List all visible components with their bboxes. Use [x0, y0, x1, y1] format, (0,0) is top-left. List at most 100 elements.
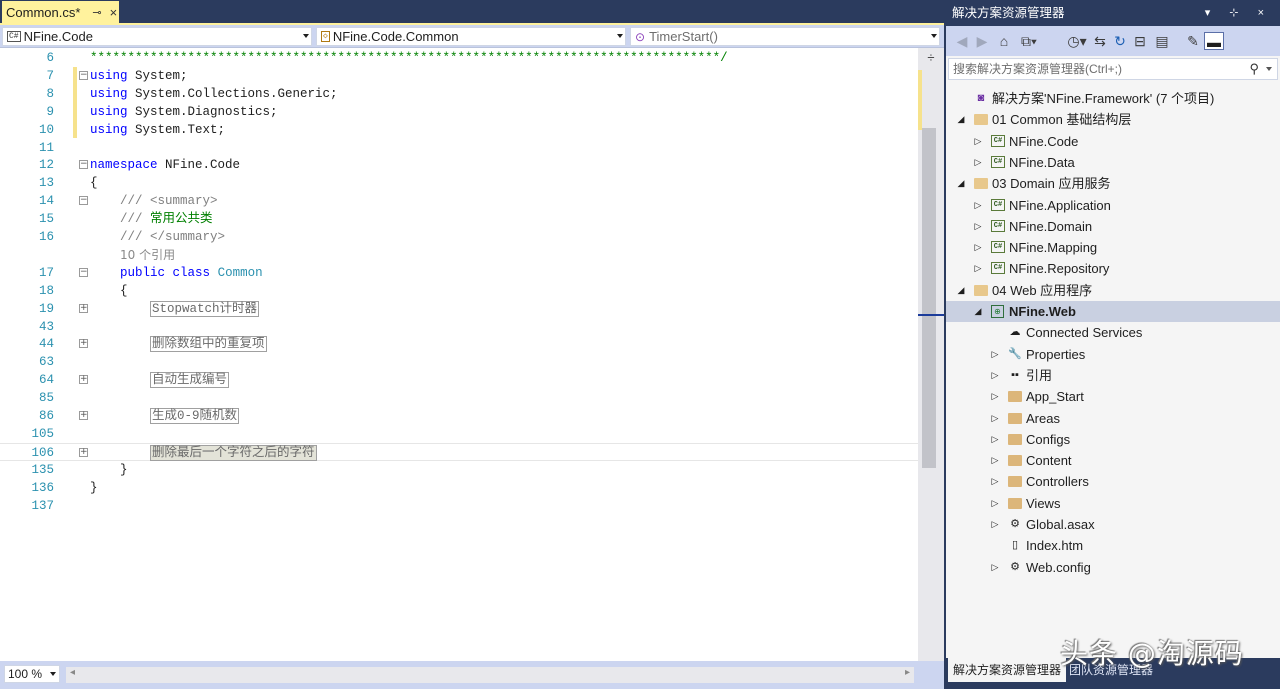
code-line[interactable]: 17 − public class Common — [0, 264, 918, 282]
tree-item[interactable]: ▯ Index.htm — [946, 535, 1280, 556]
code-line[interactable]: 85 — [0, 389, 918, 407]
code-line[interactable]: 19 + Stopwatch计时器 — [0, 300, 918, 318]
tree-item[interactable]: ▷ Content — [946, 450, 1280, 471]
collapse-arrow-icon[interactable]: ◢ — [973, 301, 983, 322]
project-dropdown[interactable]: C# NFine.Code — [2, 27, 312, 46]
code-line[interactable]: 44 + 删除数组中的重复项 — [0, 335, 918, 353]
scrollbar-thumb[interactable] — [922, 128, 936, 468]
tree-item[interactable]: ▷ 🔧 Properties — [946, 344, 1280, 365]
show-all-files-icon[interactable]: ▤ — [1154, 32, 1170, 50]
split-window-icon[interactable]: ÷ — [925, 51, 937, 64]
scroll-left-icon[interactable]: ◂ — [70, 667, 75, 678]
sync-icon[interactable]: ⇆ — [1092, 32, 1108, 50]
home-icon[interactable]: ⌂ — [996, 32, 1012, 50]
code-line[interactable]: 15 /// 常用公共类 — [0, 210, 918, 228]
collapse-outline-icon[interactable]: − — [79, 160, 88, 170]
tree-item[interactable]: ▷ C# NFine.Mapping — [946, 237, 1280, 258]
history-icon[interactable]: ◷▾ — [1066, 32, 1088, 50]
expand-arrow-icon[interactable]: ▷ — [973, 237, 983, 258]
expand-outline-icon[interactable]: + — [79, 339, 88, 349]
tree-item[interactable]: ▷ ⚙ Web.config — [946, 557, 1280, 578]
search-icon[interactable]: ⚲ — [1249, 59, 1259, 79]
code-line[interactable]: 9 using System.Diagnostics; — [0, 103, 918, 121]
expand-arrow-icon[interactable]: ▷ — [990, 408, 1000, 429]
member-dropdown[interactable]: ⊙ TimerStart() — [630, 27, 940, 46]
preview-icon[interactable]: ▬ — [1204, 32, 1224, 50]
tree-item[interactable]: ◢ 01 Common 基础结构层 — [946, 109, 1280, 130]
collapse-outline-icon[interactable]: − — [79, 70, 88, 80]
code-line[interactable]: 43 — [0, 318, 918, 336]
expand-arrow-icon[interactable]: ▷ — [973, 195, 983, 216]
expand-arrow-icon[interactable]: ▷ — [990, 514, 1000, 535]
code-line[interactable]: 137 — [0, 497, 918, 515]
code-line[interactable]: 11 — [0, 139, 918, 157]
expand-arrow-icon[interactable]: ▷ — [990, 365, 1000, 386]
code-line[interactable]: 86 + 生成0-9随机数 — [0, 407, 918, 425]
scroll-right-icon[interactable]: ▸ — [905, 667, 910, 678]
expand-arrow-icon[interactable]: ▷ — [990, 557, 1000, 578]
code-line[interactable]: 105 — [0, 425, 918, 443]
code-line[interactable]: 16 /// </summary> — [0, 228, 918, 246]
expand-arrow-icon[interactable]: ▷ — [990, 471, 1000, 492]
vertical-scrollbar[interactable]: ÷ — [918, 48, 944, 661]
document-tab-title[interactable]: Common.cs* — [6, 5, 80, 20]
switch-views-icon[interactable]: ⧉▾ — [1016, 32, 1042, 50]
expand-arrow-icon[interactable]: ▷ — [973, 131, 983, 152]
tree-item[interactable]: ☁ Connected Services — [946, 322, 1280, 343]
code-line[interactable]: 10 using System.Text; — [0, 121, 918, 139]
expand-arrow-icon[interactable]: ▷ — [990, 386, 1000, 407]
pin-icon[interactable]: ⊸ — [92, 6, 101, 19]
expand-arrow-icon[interactable]: ▷ — [990, 450, 1000, 471]
tree-item[interactable]: ▷ App_Start — [946, 386, 1280, 407]
code-line[interactable]: 63 — [0, 353, 918, 371]
code-line[interactable]: 135 } — [0, 461, 918, 479]
expand-outline-icon[interactable]: + — [79, 303, 88, 313]
code-line[interactable]: 8 using System.Collections.Generic; — [0, 85, 918, 103]
code-line[interactable]: 18 { — [0, 282, 918, 300]
collapse-all-icon[interactable]: ⊟ — [1132, 32, 1148, 50]
tree-item[interactable]: ▷ Controllers — [946, 471, 1280, 492]
code-line[interactable]: 64 + 自动生成编号 — [0, 371, 918, 389]
tree-item[interactable]: ▷ C# NFine.Code — [946, 131, 1280, 152]
tree-item[interactable]: ◙ 解决方案'NFine.Framework' (7 个项目) — [946, 88, 1280, 109]
collapse-arrow-icon[interactable]: ◢ — [956, 109, 966, 130]
expand-arrow-icon[interactable]: ▷ — [990, 493, 1000, 514]
properties-wrench-icon[interactable]: ✎ — [1184, 32, 1202, 50]
close-icon[interactable]: × — [110, 5, 118, 20]
tree-item[interactable]: ▷ Areas — [946, 408, 1280, 429]
tree-item[interactable]: ▷ C# NFine.Application — [946, 195, 1280, 216]
forward-icon[interactable]: ▶ — [974, 32, 990, 50]
tab-solution-explorer[interactable]: 解决方案资源管理器 — [948, 658, 1067, 682]
expand-arrow-icon[interactable]: ▷ — [990, 429, 1000, 450]
collapse-outline-icon[interactable]: − — [79, 267, 88, 277]
expand-outline-icon[interactable]: + — [79, 375, 88, 385]
tree-item[interactable]: ▷ Configs — [946, 429, 1280, 450]
zoom-dropdown[interactable]: 100 % — [4, 665, 60, 683]
collapse-arrow-icon[interactable]: ◢ — [956, 280, 966, 301]
tree-item[interactable]: ◢ 03 Domain 应用服务 — [946, 173, 1280, 194]
code-line[interactable]: 12 − namespace NFine.Code — [0, 156, 918, 174]
refresh-icon[interactable]: ↻ — [1112, 32, 1128, 50]
horizontal-scrollbar[interactable]: ◂ ▸ — [66, 667, 914, 683]
window-controls[interactable]: ▾ ⊹ × — [1205, 0, 1272, 26]
expand-outline-icon[interactable]: + — [79, 447, 88, 457]
tree-item[interactable]: ◢ 04 Web 应用程序 — [946, 280, 1280, 301]
collapse-arrow-icon[interactable]: ◢ — [956, 173, 966, 194]
expand-outline-icon[interactable]: + — [79, 411, 88, 420]
code-line[interactable]: 106 + 删除最后一个字符之后的字符 — [0, 442, 918, 461]
code-line[interactable]: 6 ***************************************… — [0, 49, 918, 67]
tree-item[interactable]: ▷ C# NFine.Repository — [946, 258, 1280, 279]
code-line[interactable]: 14 − /// <summary> — [0, 192, 918, 210]
tree-item[interactable]: ▷ C# NFine.Domain — [946, 216, 1280, 237]
tree-item[interactable]: ▷ Views — [946, 493, 1280, 514]
chevron-down-icon[interactable] — [1266, 67, 1272, 71]
code-line[interactable]: 13 { — [0, 174, 918, 192]
solution-search-input[interactable]: 搜索解决方案资源管理器(Ctrl+;) ⚲ — [948, 58, 1278, 80]
expand-arrow-icon[interactable]: ▷ — [973, 258, 983, 279]
code-line[interactable]: 7 − using System; — [0, 67, 918, 85]
back-icon[interactable]: ◀ — [954, 32, 970, 50]
code-line[interactable]: 136} — [0, 479, 918, 497]
tree-item[interactable]: ▷ ⚙ Global.asax — [946, 514, 1280, 535]
tree-item[interactable]: ◢ ⊕ NFine.Web — [946, 301, 1280, 322]
collapse-outline-icon[interactable]: − — [79, 196, 88, 206]
